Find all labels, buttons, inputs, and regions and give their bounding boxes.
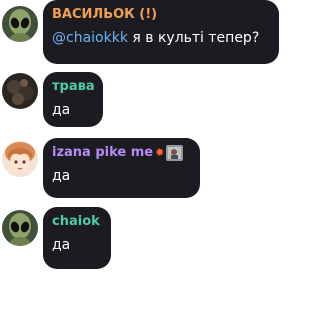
message-bubble: ВАСИЛЬОК (!) @chaiokkk я в культі тепер? [43, 0, 279, 64]
message-text: да [52, 102, 71, 118]
message-item[interactable]: ВАСИЛЬОК (!) @chaiokkk я в культі тепер? [0, 0, 283, 64]
alien-avatar-icon[interactable] [2, 6, 38, 42]
sender-name[interactable]: ВАСИЛЬОК (!) [52, 7, 269, 23]
message-text: да [52, 168, 71, 184]
mention-link[interactable]: @chaiokkk [52, 30, 128, 46]
sender-name[interactable]: chaiok [52, 214, 101, 230]
message-item[interactable]: izana pike me ✸ да [0, 138, 283, 198]
sticker-icon [166, 145, 184, 161]
message-item[interactable]: chaiok да [0, 207, 283, 269]
chat-history: ВАСИЛЬОК (!) @chaiokkk я в культі тепер?… [0, 0, 283, 320]
message-bubble: трава да [43, 72, 103, 127]
message-bubble: izana pike me ✸ да [43, 138, 200, 198]
anime-avatar-icon[interactable] [2, 141, 38, 177]
boom-icon: ✸ [155, 146, 165, 159]
message-bubble: chaiok да [43, 207, 111, 269]
message-text: да [52, 237, 71, 253]
message-text: @chaiokkk я в культі тепер? [52, 30, 260, 46]
dark-avatar-icon[interactable] [2, 73, 38, 109]
message-item[interactable]: трава да [0, 72, 283, 128]
sender-name[interactable]: izana pike me ✸ [52, 145, 190, 161]
sender-name[interactable]: трава [52, 79, 95, 95]
alien-avatar-icon[interactable] [2, 210, 38, 246]
